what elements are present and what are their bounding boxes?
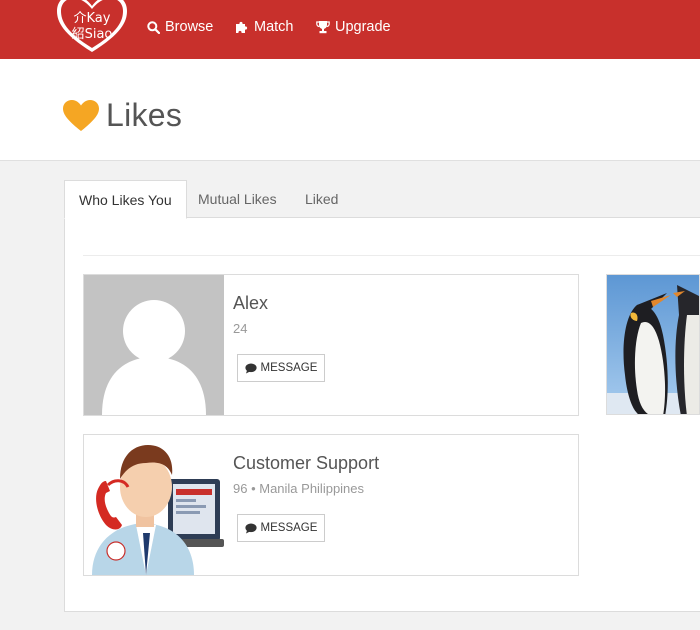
nav-match-label: Match <box>254 19 294 35</box>
message-button-label: MESSAGE <box>260 522 318 534</box>
penguin-photo <box>607 275 699 414</box>
default-avatar-icon <box>84 275 224 415</box>
chat-icon <box>244 363 257 373</box>
search-icon <box>147 20 160 34</box>
profile-info: 96 • Manila Philippines <box>233 481 365 496</box>
tab-liked[interactable]: Liked <box>305 180 338 218</box>
message-button-label: MESSAGE <box>260 362 318 374</box>
heart-icon <box>63 100 99 131</box>
page-title: Likes <box>106 97 183 133</box>
puzzle-icon <box>236 21 248 33</box>
chat-icon <box>244 523 257 533</box>
nav-upgrade-label: Upgrade <box>335 19 391 35</box>
tab-mutual-likes[interactable]: Mutual Likes <box>198 180 277 218</box>
message-button[interactable]: MESSAGE <box>237 514 325 542</box>
divider <box>83 255 700 256</box>
message-button[interactable]: MESSAGE <box>237 354 325 382</box>
top-navbar: 介Kay 紹Siao Browse Match Upgrade <box>0 0 700 59</box>
avatar[interactable] <box>84 275 224 415</box>
profile-name[interactable]: Customer Support <box>233 453 379 474</box>
svg-text:介Kay: 介Kay <box>74 11 111 26</box>
avatar[interactable] <box>84 435 224 575</box>
profile-card[interactable]: Customer Support 96 • Manila Philippines… <box>83 434 579 576</box>
nav-upgrade[interactable]: Upgrade <box>316 17 391 37</box>
nav-match[interactable]: Match <box>235 17 294 37</box>
trophy-icon <box>316 21 330 34</box>
kaysiao-logo[interactable]: 介Kay 紹Siao <box>55 0 129 56</box>
tab-who-likes-you[interactable]: Who Likes You <box>64 180 187 219</box>
profile-card[interactable]: Alex 24 MESSAGE <box>83 274 579 416</box>
profile-photo-penguin[interactable] <box>606 274 700 415</box>
profile-info: 24 <box>233 321 248 336</box>
page-header: Likes <box>0 59 700 161</box>
nav-browse-label: Browse <box>165 19 214 35</box>
profile-name[interactable]: Alex <box>233 293 268 314</box>
support-agent-avatar <box>84 435 224 575</box>
nav-browse[interactable]: Browse <box>147 17 213 37</box>
svg-text:紹Siao: 紹Siao <box>72 27 113 42</box>
